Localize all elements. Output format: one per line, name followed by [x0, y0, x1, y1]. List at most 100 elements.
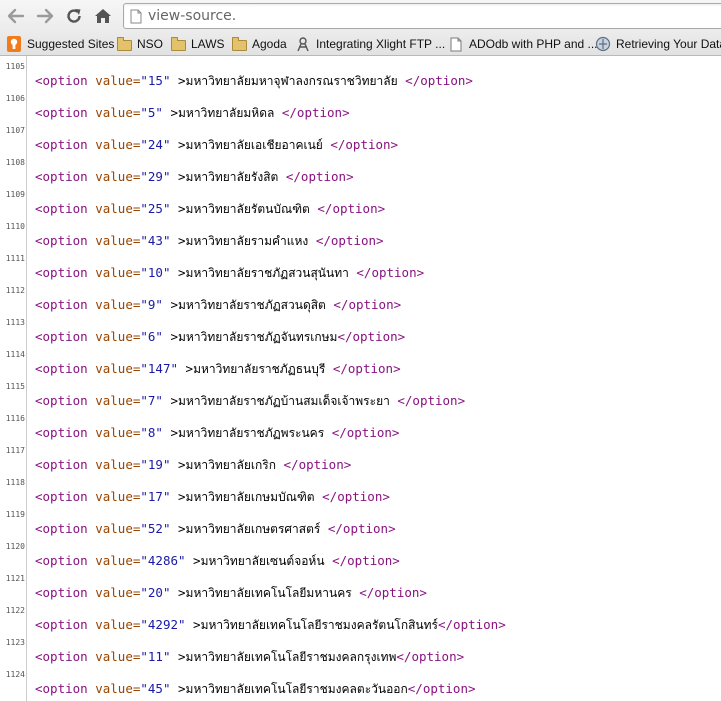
bookmarks-bar: Suggested Sites NSO LAWS Agoda Integrati…	[0, 33, 721, 56]
reload-button[interactable]	[62, 4, 86, 28]
back-button[interactable]	[4, 4, 28, 28]
reload-icon	[67, 9, 81, 23]
attribute-name: value=	[95, 361, 141, 376]
source-line: 1110 <option value="43" >มหาวิทยาลัยรามคำ…	[0, 216, 721, 248]
line-number: 1108	[5, 158, 25, 167]
option-tag-line: <option value="6" >มหาวิทยาลัยราชภัฏจันท…	[35, 329, 406, 344]
attribute-value: "15"	[140, 73, 171, 88]
option-tag-line: <option value="52" >มหาวิทยาลัยเกษตรศาสต…	[35, 521, 396, 536]
tag-close: </option>	[438, 617, 506, 632]
line-number: 1117	[5, 446, 25, 455]
option-tag-line: <option value="24" >มหาวิทยาลัยเอเชียอาค…	[35, 137, 399, 152]
tag-open: <option	[35, 617, 88, 632]
line-number: 1115	[5, 382, 25, 391]
line-number: 1111	[5, 254, 25, 263]
attribute-value: "29"	[140, 169, 171, 184]
option-text: มหาวิทยาลัยเกษมบัณฑิต	[185, 490, 315, 504]
forward-button[interactable]	[33, 4, 57, 28]
option-tag-line: <option value="45" >มหาวิทยาลัยเทคโนโลยี…	[35, 681, 476, 696]
option-tag-line: <option value="4286" >มหาวิทยาลัยเซนต์จอ…	[35, 553, 400, 568]
attribute-name: value=	[95, 393, 141, 408]
bookmark-folder-nso[interactable]: NSO	[116, 35, 163, 53]
option-text: มหาวิทยาลัยมหิดล	[178, 106, 275, 120]
bookmark-folder-laws[interactable]: LAWS	[170, 35, 225, 53]
option-tag-line: <option value="15" >มหาวิทยาลัยมหาจุฬาลง…	[35, 73, 473, 88]
tag-close: </option>	[281, 105, 350, 120]
option-text: มหาวิทยาลัยราชภัฏสวนสุนันทา	[185, 266, 349, 280]
option-tag-line: <option value="20" >มหาวิทยาลัยเทคโนโลยี…	[35, 585, 427, 600]
attribute-value: "24"	[140, 137, 171, 152]
attribute-value: "7"	[140, 393, 163, 408]
bookmark-label: ADOdb with PHP and ...	[469, 37, 598, 51]
site-icon	[595, 36, 611, 52]
line-number: 1123	[5, 638, 25, 647]
option-text: มหาวิทยาลัยราชภัฏธนบุรี	[193, 362, 326, 376]
option-tag-line: <option value="4292" >มหาวิทยาลัยเทคโนโล…	[35, 617, 506, 632]
bookmark-label: NSO	[137, 37, 164, 51]
arrow-right-icon	[36, 8, 54, 24]
tag-close: </option>	[317, 201, 386, 216]
attribute-name: value=	[95, 489, 141, 504]
line-number: 1113	[5, 318, 25, 327]
attribute-value: "5"	[140, 105, 163, 120]
attribute-value: "11"	[140, 649, 171, 664]
option-tag-line: <option value="29" >มหาวิทยาลัยรังสิต </…	[35, 169, 354, 184]
attribute-value: "52"	[140, 521, 171, 536]
line-number: 1106	[5, 94, 25, 103]
option-tag-line: <option value="19" >มหาวิทยาลัยเกริก </o…	[35, 457, 352, 472]
attribute-value: "19"	[140, 457, 171, 472]
source-line: 1118 <option value="17" >มหาวิทยาลัยเกษมบ…	[0, 472, 721, 504]
source-line: 1121 <option value="20" >มหาวิทยาลัยเทคโน…	[0, 568, 721, 600]
option-text: มหาวิทยาลัยเกษตรศาสตร์	[185, 522, 321, 536]
tag-open: <option	[35, 329, 88, 344]
tag-close: </option>	[332, 553, 400, 568]
source-line: 1116 <option value="8" >มหาวิทยาลัยราชภัฏ…	[0, 408, 721, 440]
tag-close: </option>	[359, 585, 427, 600]
tag-close: </option>	[397, 393, 466, 408]
bookmark-adodb-php[interactable]: ADOdb with PHP and ...	[448, 35, 598, 53]
bookmark-label: Integrating Xlight FTP ...	[316, 37, 446, 51]
address-bar[interactable]	[123, 3, 721, 29]
tag-open: <option	[35, 489, 88, 504]
source-line: 1109 <option value="25" >มหาวิทยาลัยรัตนบ…	[0, 184, 721, 216]
tag-open: <option	[35, 553, 88, 568]
bookmark-xlight-ftp[interactable]: Integrating Xlight FTP ...	[295, 35, 445, 53]
attribute-value: "9"	[140, 297, 163, 312]
tag-close: </option>	[356, 265, 425, 280]
bookmark-folder-agoda[interactable]: Agoda	[231, 35, 287, 53]
tag-open: <option	[35, 105, 88, 120]
bookmark-label: Suggested Sites	[27, 37, 115, 51]
bookmark-label: Retrieving Your Data :	[616, 37, 721, 51]
xlight-icon	[295, 36, 311, 52]
option-tag-line: <option value="10" >มหาวิทยาลัยราชภัฏสวน…	[35, 265, 425, 280]
option-tag-line: <option value="17" >มหาวิทยาลัยเกษมบัณฑิ…	[35, 489, 390, 504]
address-input[interactable]	[148, 6, 708, 26]
tag-close: </option>	[337, 329, 406, 344]
tag-open: <option	[35, 297, 88, 312]
arrow-left-icon	[7, 8, 25, 24]
option-text: มหาวิทยาลัยเทคโนโลยีราชมงคลกรุงเทพ	[185, 650, 397, 664]
attribute-name: value=	[95, 425, 141, 440]
attribute-name: value=	[95, 265, 141, 280]
option-tag-line: <option value="43" >มหาวิทยาลัยรามคำแหง …	[35, 233, 384, 248]
option-text: มหาวิทยาลัยเทคโนโลยีราชมงคลรัตนโกสินทร์	[200, 618, 438, 632]
bookmark-retrieving-data[interactable]: Retrieving Your Data :	[595, 35, 721, 53]
attribute-name: value=	[95, 297, 141, 312]
option-text: มหาวิทยาลัยเทคโนโลยีราชมงคลตะวันออก	[185, 682, 408, 696]
tag-close: </option>	[396, 649, 465, 664]
page-icon	[448, 36, 464, 52]
tag-close: </option>	[327, 521, 396, 536]
attribute-value: "10"	[140, 265, 171, 280]
source-line: 1115 <option value="7" >มหาวิทยาลัยราชภัฏ…	[0, 376, 721, 408]
tag-close: </option>	[322, 489, 390, 504]
tag-open: <option	[35, 649, 88, 664]
bookmark-suggested-sites[interactable]: Suggested Sites	[6, 35, 114, 53]
tag-open: <option	[35, 265, 88, 280]
option-tag-line: <option value="7" >มหาวิทยาลัยราชภัฏบ้าน…	[35, 393, 466, 408]
option-text: มหาวิทยาลัยเอเชียอาคเนย์	[185, 138, 323, 152]
source-line: 1107 <option value="24" >มหาวิทยาลัยเอเชี…	[0, 120, 721, 152]
option-text: มหาวิทยาลัยราชภัฏบ้านสมเด็จเจ้าพระยา	[178, 394, 390, 408]
home-button[interactable]	[91, 4, 115, 28]
line-number: 1121	[5, 574, 25, 583]
option-text: มหาวิทยาลัยราชภัฏจันทรเกษม	[178, 330, 338, 344]
